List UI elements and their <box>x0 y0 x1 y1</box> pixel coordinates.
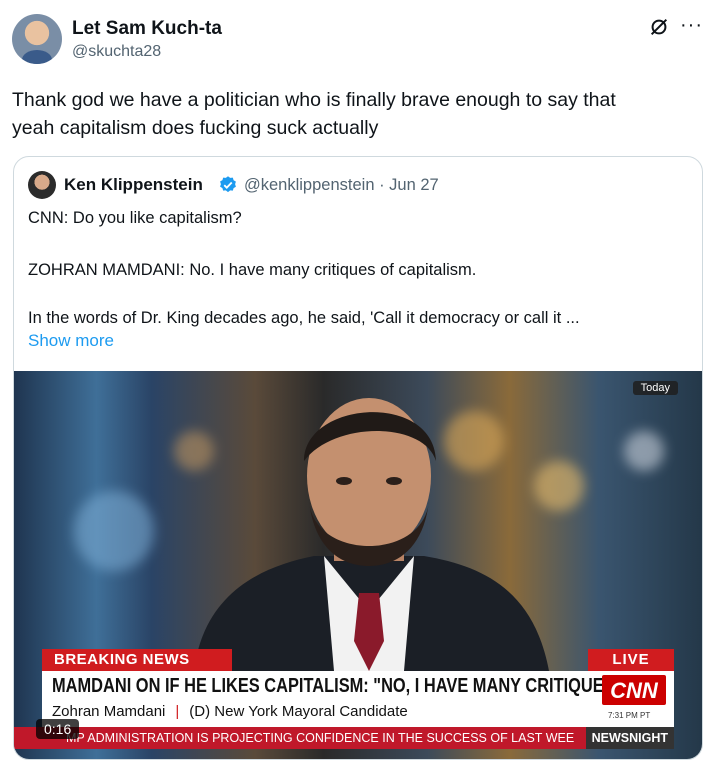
grok-icon[interactable] <box>648 16 670 38</box>
chyron-subline: Zohran Mamdani | (D) New York Mayoral Cand… <box>52 703 408 720</box>
background-light <box>624 431 664 471</box>
quote-avatar[interactable] <box>28 171 56 199</box>
more-icon[interactable]: ··· <box>680 14 703 37</box>
video-timer: 0:16 <box>36 719 80 739</box>
lower-third: MAMDANI ON IF HE LIKES CAPITALISM: "NO, … <box>42 671 674 727</box>
author-name[interactable]: Let Sam Kuch-ta <box>72 18 222 40</box>
breaking-news-banner: BREAKING NEWS <box>42 649 232 671</box>
quote-text-line: In the words of Dr. King decades ago, he… <box>28 309 580 327</box>
svg-text:CNN: CNN <box>610 678 659 703</box>
chyron-headline: MAMDANI ON IF HE LIKES CAPITALISM: "NO, … <box>52 675 623 697</box>
live-badge: LIVE <box>588 649 674 671</box>
background-light <box>74 491 154 571</box>
quoted-tweet[interactable]: Ken Klippenstein @kenklippenstein · Jun … <box>13 156 703 760</box>
quote-text-line: CNN: Do you like capitalism? <box>28 209 242 227</box>
verified-badge-icon <box>220 176 236 193</box>
tweet-text: Thank god we have a politician who is fi… <box>12 89 616 139</box>
broadcast-clock: 7:31 PM PT <box>608 711 651 720</box>
video-player[interactable]: Today BREAKING NEWS LIVE MAMDANI ON IF H… <box>14 371 702 759</box>
show-name: NEWSNIGHT <box>585 727 674 749</box>
today-badge: Today <box>632 381 678 395</box>
video-subject <box>194 398 549 671</box>
show-more-link[interactable]: Show more <box>28 331 114 351</box>
quote-text-line: ZOHRAN MAMDANI: No. I have many critique… <box>28 261 477 279</box>
news-ticker: MP ADMINISTRATION IS PROJECTING CONFIDEN… <box>14 727 674 749</box>
cnn-logo: CNN <box>602 675 666 705</box>
quote-author-name[interactable]: Ken Klippenstein <box>64 175 203 195</box>
author-handle[interactable]: @skuchta28 <box>72 43 161 61</box>
quote-handle-date[interactable]: @kenklippenstein · Jun 27 <box>244 176 439 195</box>
author-avatar[interactable] <box>12 14 62 64</box>
